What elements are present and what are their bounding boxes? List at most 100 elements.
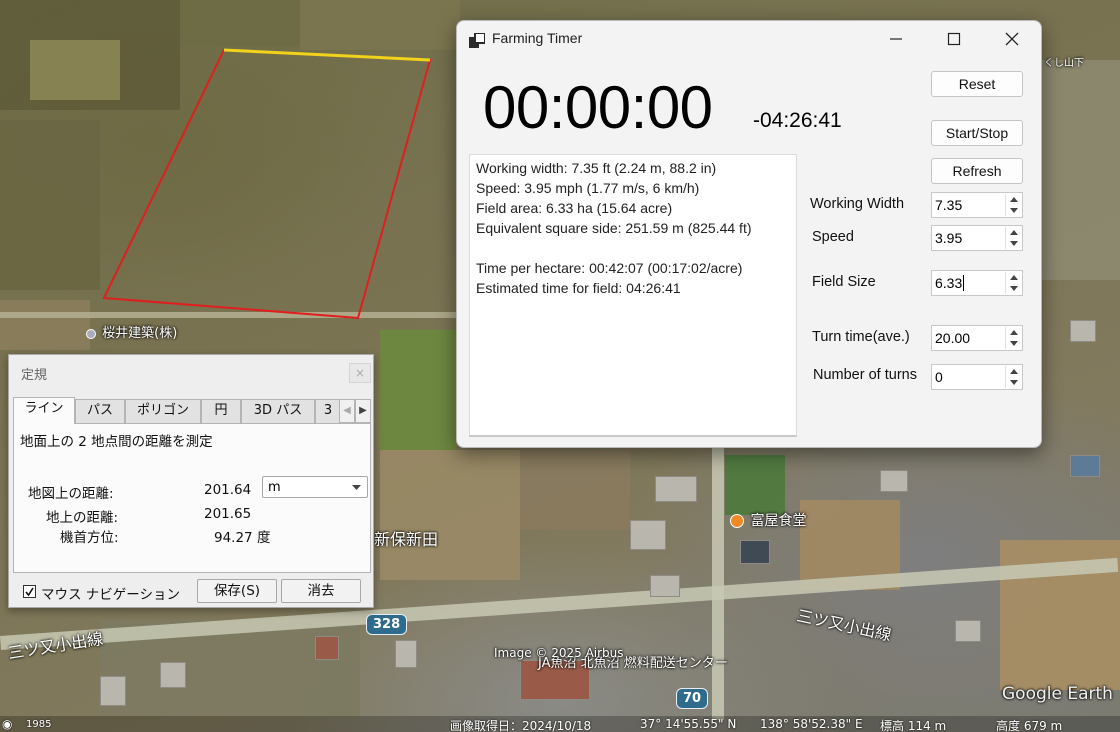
longitude: 138° 58'52.38" E: [760, 717, 863, 731]
map-statusbar: ◉ 1985 画像取得日：2024/10/18 37° 14'55.55" N …: [0, 716, 1120, 732]
number-of-turns-up-button[interactable]: [1005, 366, 1021, 377]
unit-select[interactable]: m: [262, 476, 368, 498]
latitude: 37° 14'55.55" N: [640, 717, 737, 731]
clear-button[interactable]: 消去: [281, 579, 361, 603]
minimize-icon: [890, 38, 902, 40]
start-stop-button[interactable]: Start/Stop: [931, 120, 1023, 146]
scale-value: 1985: [26, 719, 52, 730]
info-speed: Speed: 3.95 mph (1.77 m/s, 6 km/h): [476, 180, 700, 196]
speed-down-button[interactable]: [1005, 238, 1021, 249]
speed-spinbox[interactable]: 3.95: [931, 225, 1023, 251]
working-width-spinbox[interactable]: 7.35: [931, 192, 1023, 218]
speed-up-button[interactable]: [1005, 227, 1021, 238]
remaining-time-display: -04:26:41: [753, 109, 842, 132]
field-size-spinbox[interactable]: 6.33: [931, 270, 1023, 296]
heading-label: 機首方位:: [60, 530, 119, 546]
speed-label: Speed: [812, 229, 854, 245]
map-distance-label: 地図上の距離:: [28, 486, 114, 502]
checkmark-icon: [25, 587, 34, 597]
elevation: 標高 114 m: [880, 719, 947, 732]
chevron-down-icon: [352, 485, 361, 490]
reset-button[interactable]: Reset: [931, 71, 1023, 97]
route-shield-70: 70: [676, 688, 709, 709]
info-time-per-hectare: Time per hectare: 00:42:07 (00:17:02/acr…: [476, 260, 743, 276]
ruler-line-panel: 地面上の 2 地点間の距離を測定 地図上の距離: 201.64 m 地上の距離:…: [13, 423, 371, 573]
map-pin-icon: [86, 328, 96, 339]
field-size-up-button[interactable]: [1005, 272, 1021, 283]
minimize-button[interactable]: [867, 21, 925, 57]
tab-polygon[interactable]: ポリゴン: [125, 399, 201, 423]
tab-scroll-right-icon[interactable]: ▶: [355, 399, 371, 423]
ruler-tabs: ライン パス ポリゴン 円 3D パス 3 ◀ ▶: [13, 397, 371, 424]
field-size-label: Field Size: [812, 274, 876, 290]
scale-icon: ◉: [2, 717, 13, 731]
number-of-turns-label: Number of turns: [813, 367, 917, 383]
info-field-area: Field area: 6.33 ha (15.64 acre): [476, 200, 673, 216]
turn-time-up-button[interactable]: [1005, 327, 1021, 338]
working-width-label: Working Width: [810, 196, 905, 212]
google-earth-logo: Google Earth: [1002, 684, 1113, 704]
arrow-up-icon: [1010, 197, 1018, 202]
close-button[interactable]: [983, 21, 1041, 57]
arrow-down-icon: [1010, 380, 1018, 385]
map-copyright: Image © 2025 Airbus: [494, 646, 624, 660]
capture-date: 画像取得日：2024/10/18: [450, 719, 592, 732]
working-width-down-button[interactable]: [1005, 205, 1021, 216]
map-label-company: 桜井建築(株): [86, 322, 177, 341]
info-square-side: Equivalent square side: 251.59 m (825.44…: [476, 220, 752, 236]
tab-line[interactable]: ライン: [13, 397, 75, 424]
info-blank-line: [476, 238, 790, 258]
ruler-close-button[interactable]: ×: [349, 363, 371, 383]
ruler-title: 定規: [21, 368, 48, 383]
route-shield-328: 328: [366, 614, 408, 635]
title-bar[interactable]: Farming Timer: [457, 21, 1041, 57]
measure-line: [223, 48, 431, 62]
number-of-turns-spinbox[interactable]: 0: [931, 364, 1023, 390]
restaurant-pin-icon: [730, 514, 744, 528]
company-name: 桜井建築(株): [102, 326, 178, 341]
turn-time-down-button[interactable]: [1005, 338, 1021, 349]
tab-3d-path[interactable]: 3D パス: [241, 399, 315, 423]
app-icon: [469, 33, 485, 48]
ground-distance-label: 地上の距離:: [46, 510, 119, 526]
refresh-button[interactable]: Refresh: [931, 158, 1023, 184]
map-label-restaurant: 富屋食堂: [730, 510, 806, 530]
turn-time-label: Turn time(ave.): [812, 329, 910, 345]
working-width-up-button[interactable]: [1005, 194, 1021, 205]
elapsed-time-display: 00:00:00: [483, 74, 713, 141]
arrow-up-icon: [1010, 369, 1018, 374]
map-label-top-right: くし山下: [1044, 58, 1084, 69]
working-width-value: 7.35: [935, 197, 963, 213]
arrow-down-icon: [1010, 341, 1018, 346]
maximize-icon: [947, 32, 961, 46]
tab-circle[interactable]: 円: [201, 399, 241, 423]
number-of-turns-down-button[interactable]: [1005, 377, 1021, 388]
number-of-turns-value: 0: [935, 369, 943, 385]
mouse-navigation-checkbox[interactable]: [23, 585, 36, 598]
heading-value: 94.27 度: [214, 530, 271, 546]
tab-scroll-left-icon[interactable]: ◀: [339, 399, 355, 423]
arrow-up-icon: [1010, 330, 1018, 335]
unit-select-value: m: [268, 480, 281, 495]
tab-path[interactable]: パス: [75, 399, 125, 423]
save-button[interactable]: 保存(S): [197, 579, 277, 603]
tab-3d-polygon[interactable]: 3: [315, 399, 341, 423]
ruler-description: 地面上の 2 地点間の距離を測定: [20, 434, 213, 450]
arrow-down-icon: [1010, 241, 1018, 246]
maximize-button[interactable]: [925, 21, 983, 57]
text-caret: [963, 275, 964, 291]
arrow-up-icon: [1010, 275, 1018, 280]
field-size-down-button[interactable]: [1005, 283, 1021, 294]
arrow-down-icon: [1010, 286, 1018, 291]
restaurant-name: 富屋食堂: [750, 513, 807, 529]
arrow-down-icon: [1010, 208, 1018, 213]
field-size-value: 6.33: [935, 275, 963, 291]
measured-field-outline: [102, 48, 432, 320]
speed-value: 3.95: [935, 230, 963, 246]
window-title: Farming Timer: [492, 30, 583, 46]
eye-altitude: 高度 679 m: [996, 719, 1063, 732]
turn-time-spinbox[interactable]: 20.00: [931, 325, 1023, 351]
info-estimated-time: Estimated time for field: 04:26:41: [476, 280, 681, 296]
mouse-navigation-label: マウス ナビゲーション: [41, 587, 181, 603]
info-working-width: Working width: 7.35 ft (2.24 m, 88.2 in): [476, 160, 717, 176]
